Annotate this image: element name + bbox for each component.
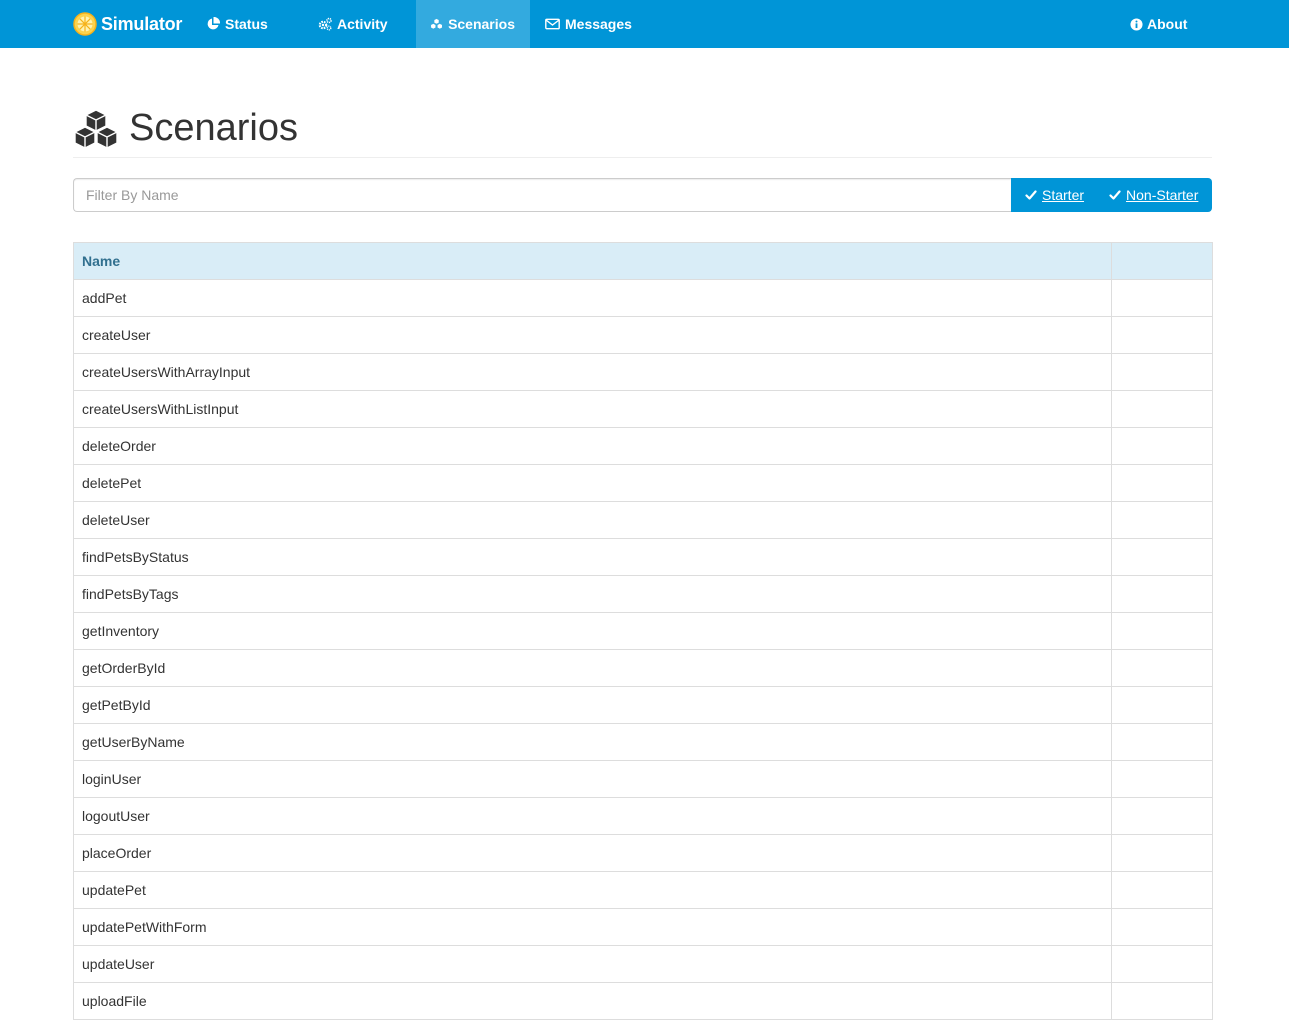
brand-link[interactable]: Simulator xyxy=(73,0,182,48)
scenarios-table: Name addPet createUser createUsersWithArra… xyxy=(72,242,1213,1020)
nav-item-activity[interactable]: Activity xyxy=(303,0,403,48)
nav-item-scenarios[interactable]: Scenarios xyxy=(416,0,530,48)
scenario-action-cell xyxy=(1111,871,1213,909)
table-row[interactable]: uploadFile xyxy=(72,982,1213,1020)
scenario-action-cell xyxy=(1111,464,1213,502)
lemon-logo-icon xyxy=(73,12,97,36)
scenario-type-toggle-group: Starter Non-Starter xyxy=(1011,178,1212,212)
scenario-action-cell xyxy=(1111,723,1213,761)
scenario-name-cell[interactable]: deleteOrder xyxy=(72,427,1113,465)
column-header-actions xyxy=(1111,242,1213,280)
nav-item-label: Messages xyxy=(565,16,632,32)
scenario-name-cell[interactable]: uploadFile xyxy=(72,982,1113,1020)
filter-bar: Starter Non-Starter xyxy=(73,178,1212,212)
table-row[interactable]: getInventory xyxy=(72,612,1213,650)
table-row[interactable]: findPetsByStatus xyxy=(72,538,1213,576)
scenario-name-cell[interactable]: addPet xyxy=(72,279,1113,317)
nav-item-messages[interactable]: Messages xyxy=(530,0,647,48)
scenario-action-cell xyxy=(1111,575,1213,613)
scenario-name-cell[interactable]: logoutUser xyxy=(72,797,1113,835)
info-circle-icon xyxy=(1130,17,1143,31)
page-title: Scenarios xyxy=(129,107,298,149)
scenario-name-cell[interactable]: updatePet xyxy=(72,871,1113,909)
table-row[interactable]: updatePet xyxy=(72,871,1213,909)
table-row[interactable]: deleteOrder xyxy=(72,427,1213,465)
scenario-name-cell[interactable]: loginUser xyxy=(72,760,1113,798)
page-header: Scenarios xyxy=(73,100,1212,158)
brand-label: Simulator xyxy=(101,13,183,34)
pie-chart-icon xyxy=(207,17,220,30)
envelope-icon xyxy=(545,18,560,30)
scenario-action-cell xyxy=(1111,945,1213,983)
table-row[interactable]: getOrderById xyxy=(72,649,1213,687)
scenario-name-cell[interactable]: createUsersWithListInput xyxy=(72,390,1113,428)
table-row[interactable]: updatePetWithForm xyxy=(72,908,1213,946)
table-row[interactable]: loginUser xyxy=(72,760,1213,798)
table-row[interactable]: createUser xyxy=(72,316,1213,354)
scenario-name-cell[interactable]: createUser xyxy=(72,316,1113,354)
table-row[interactable]: updateUser xyxy=(72,945,1213,983)
scenario-name-cell[interactable]: deleteUser xyxy=(72,501,1113,539)
table-body: addPet createUser createUsersWithArrayInpu… xyxy=(72,279,1213,1020)
nav-item-about[interactable]: About xyxy=(1115,0,1202,48)
table-row[interactable]: placeOrder xyxy=(72,834,1213,872)
scenario-name-cell[interactable]: getOrderById xyxy=(72,649,1113,687)
table-row[interactable]: getUserByName xyxy=(72,723,1213,761)
nav-item-status[interactable]: Status xyxy=(191,0,283,48)
column-header-name[interactable]: Name xyxy=(72,242,1113,280)
non-starter-toggle-button[interactable]: Non-Starter xyxy=(1109,187,1198,203)
scenario-name-cell[interactable]: getInventory xyxy=(72,612,1113,650)
starter-toggle-button[interactable]: Starter xyxy=(1025,187,1084,203)
table-row[interactable]: deletePet xyxy=(72,464,1213,502)
scenario-action-cell xyxy=(1111,834,1213,872)
table-row[interactable]: getPetById xyxy=(72,686,1213,724)
scenario-name-cell[interactable]: updateUser xyxy=(72,945,1113,983)
table-row[interactable]: createUsersWithArrayInput xyxy=(72,353,1213,391)
table-row[interactable]: deleteUser xyxy=(72,501,1213,539)
check-icon xyxy=(1025,190,1037,200)
scenario-action-cell xyxy=(1111,686,1213,724)
scenario-action-cell xyxy=(1111,427,1213,465)
table-row[interactable]: findPetsByTags xyxy=(72,575,1213,613)
scenario-name-cell[interactable]: findPetsByTags xyxy=(72,575,1113,613)
scenario-name-cell[interactable]: getPetById xyxy=(72,686,1113,724)
nav-item-label: About xyxy=(1147,16,1188,32)
table-row[interactable]: logoutUser xyxy=(72,797,1213,835)
scenario-action-cell xyxy=(1111,390,1213,428)
check-icon xyxy=(1109,190,1121,200)
scenario-action-cell xyxy=(1111,797,1213,835)
scenario-name-cell[interactable]: updatePetWithForm xyxy=(72,908,1113,946)
filter-by-name-input[interactable] xyxy=(73,178,1011,212)
scenario-action-cell xyxy=(1111,982,1213,1020)
table-header-row: Name xyxy=(72,242,1213,280)
starter-toggle-label: Starter xyxy=(1042,187,1085,203)
scenario-action-cell xyxy=(1111,279,1213,317)
scenario-action-cell xyxy=(1111,501,1213,539)
scenario-name-cell[interactable]: createUsersWithArrayInput xyxy=(72,353,1113,391)
scenario-action-cell xyxy=(1111,908,1213,946)
scenario-action-cell xyxy=(1111,538,1213,576)
scenario-name-cell[interactable]: placeOrder xyxy=(72,834,1113,872)
nav-item-label: Activity xyxy=(337,16,388,32)
scenario-action-cell xyxy=(1111,649,1213,687)
scenario-action-cell xyxy=(1111,760,1213,798)
cubes-icon xyxy=(430,18,443,30)
scenario-name-cell[interactable]: findPetsByStatus xyxy=(72,538,1113,576)
non-starter-toggle-label: Non-Starter xyxy=(1126,187,1199,203)
scenario-action-cell xyxy=(1111,353,1213,391)
top-navbar: Simulator Status Activity Scenarios Mess… xyxy=(0,0,1289,48)
scenario-action-cell xyxy=(1111,316,1213,354)
scenario-name-cell[interactable]: deletePet xyxy=(72,464,1113,502)
nav-item-label: Scenarios xyxy=(448,16,515,32)
cogs-icon xyxy=(318,17,332,31)
scenario-action-cell xyxy=(1111,612,1213,650)
table-row[interactable]: addPet xyxy=(72,279,1213,317)
table-row[interactable]: createUsersWithListInput xyxy=(72,390,1213,428)
cubes-icon xyxy=(74,109,118,149)
scenario-name-cell[interactable]: getUserByName xyxy=(72,723,1113,761)
nav-item-label: Status xyxy=(225,16,268,32)
